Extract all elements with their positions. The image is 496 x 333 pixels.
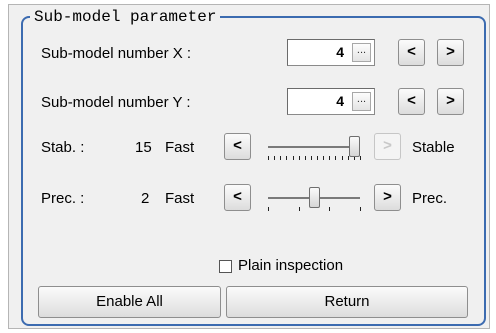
- prec-slider[interactable]: [260, 181, 366, 215]
- slider-tick: [304, 156, 306, 160]
- sub-model-x-increment-button[interactable]: >: [437, 39, 464, 66]
- sub-model-x-ellipsis-button[interactable]: ...: [352, 43, 371, 62]
- stab-value: 15: [135, 139, 152, 156]
- prec-label: Prec. :: [41, 190, 85, 207]
- slider-tick: [310, 156, 312, 160]
- group-title: Sub-model parameter: [30, 8, 221, 26]
- slider-tick: [286, 156, 288, 160]
- prec-value: 2: [141, 190, 150, 207]
- sub-model-y-value: 4: [336, 93, 344, 109]
- sub-model-x-label: Sub-model number X :: [41, 45, 192, 62]
- stab-increment-button[interactable]: >: [374, 133, 401, 160]
- slider-tick: [360, 156, 361, 160]
- slider-tick: [329, 207, 331, 211]
- plain-inspection-checkbox[interactable]: [219, 260, 232, 273]
- stab-slider[interactable]: [260, 130, 366, 164]
- slider-tick: [360, 207, 361, 211]
- stab-stable-label: Stable: [412, 139, 455, 156]
- stab-fast-label: Fast: [165, 139, 195, 156]
- slider-tick: [280, 156, 282, 160]
- stab-decrement-button[interactable]: <: [224, 133, 251, 160]
- prec-slider-thumb[interactable]: [308, 187, 320, 208]
- sub-model-x-value: 4: [336, 44, 344, 60]
- slider-tick: [317, 156, 319, 160]
- prec-fast-label: Fast: [165, 190, 195, 207]
- plain-inspection-label[interactable]: Plain inspection: [238, 257, 343, 275]
- slider-tick: [292, 156, 294, 160]
- enable-all-button[interactable]: Enable All: [38, 286, 221, 318]
- slider-tick: [329, 156, 331, 160]
- slider-tick: [323, 156, 325, 160]
- stab-label: Stab. :: [41, 139, 85, 156]
- prec-decrement-button[interactable]: <: [224, 184, 251, 211]
- slider-tick: [274, 156, 276, 160]
- slider-tick: [347, 156, 349, 160]
- slider-tick: [268, 207, 269, 211]
- sub-model-y-decrement-button[interactable]: <: [398, 88, 425, 115]
- slider-tick: [268, 156, 269, 160]
- prec-prec-label: Prec.: [412, 190, 448, 207]
- sub-model-x-field[interactable]: 4 ...: [287, 39, 375, 66]
- return-button[interactable]: Return: [226, 286, 468, 318]
- sub-model-x-decrement-button[interactable]: <: [398, 39, 425, 66]
- sub-model-y-label: Sub-model number Y :: [41, 94, 191, 111]
- slider-tick: [298, 156, 300, 160]
- slider-tick: [341, 156, 343, 160]
- prec-increment-button[interactable]: >: [374, 184, 401, 211]
- slider-tick: [335, 156, 337, 160]
- sub-model-y-ellipsis-button[interactable]: ...: [352, 92, 371, 111]
- stab-slider-thumb[interactable]: [349, 136, 360, 157]
- slider-tick: [298, 207, 300, 211]
- sub-model-y-increment-button[interactable]: >: [437, 88, 464, 115]
- sub-model-y-field[interactable]: 4 ...: [287, 88, 375, 115]
